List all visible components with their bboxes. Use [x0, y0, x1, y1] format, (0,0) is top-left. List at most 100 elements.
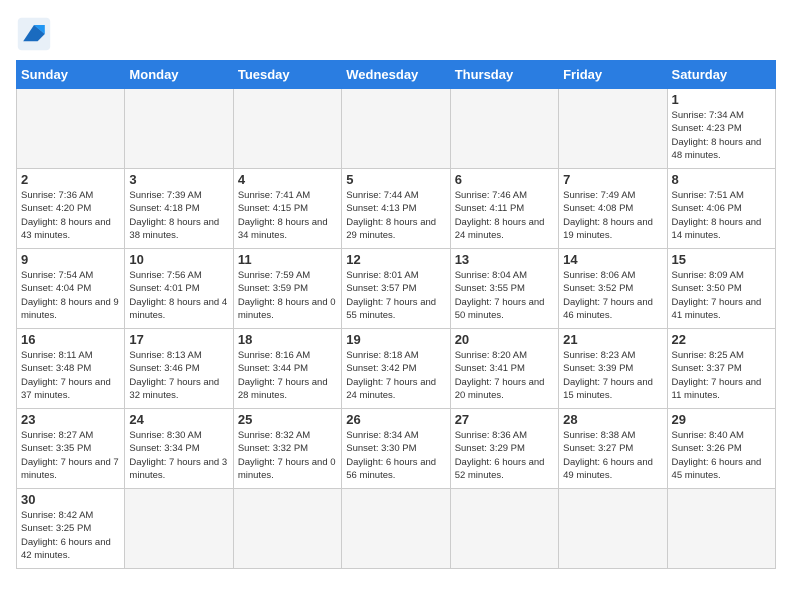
weekday-header: Thursday — [450, 61, 558, 89]
day-number: 21 — [563, 332, 662, 347]
calendar-cell: 16 Sunrise: 8:11 AMSunset: 3:48 PMDayligh… — [17, 329, 125, 409]
calendar-cell: 7 Sunrise: 7:49 AMSunset: 4:08 PMDaylight… — [559, 169, 667, 249]
calendar-cell: 18 Sunrise: 8:16 AMSunset: 3:44 PMDayligh… — [233, 329, 341, 409]
calendar-cell: 29Sunrise: 8:40 AMSunset: 3:26 PMDayligh… — [667, 409, 775, 489]
sun-info: Sunrise: 8:36 AMSunset: 3:29 PMDaylight:… — [455, 429, 554, 482]
day-number: 4 — [238, 172, 337, 187]
calendar-cell — [125, 489, 233, 569]
weekday-header: Sunday — [17, 61, 125, 89]
day-number: 23 — [21, 412, 120, 427]
day-number: 24 — [129, 412, 228, 427]
day-number: 19 — [346, 332, 445, 347]
sun-info: Sunrise: 8:25 AMSunset: 3:37 PMDaylight:… — [672, 349, 771, 402]
page-header — [16, 16, 776, 52]
day-number: 17 — [129, 332, 228, 347]
sun-info: Sunrise: 7:39 AMSunset: 4:18 PMDaylight:… — [129, 189, 228, 242]
calendar-cell: 12 Sunrise: 8:01 AMSunset: 3:57 PMDayligh… — [342, 249, 450, 329]
sun-info: Sunrise: 8:38 AMSunset: 3:27 PMDaylight:… — [563, 429, 662, 482]
calendar-cell: 6Sunrise: 7:46 AMSunset: 4:11 PMDaylight… — [450, 169, 558, 249]
calendar-cell — [125, 89, 233, 169]
calendar-cell — [17, 89, 125, 169]
logo — [16, 16, 56, 52]
calendar-cell: 10 Sunrise: 7:56 AMSunset: 4:01 PMDayligh… — [125, 249, 233, 329]
calendar-cell: 21 Sunrise: 8:23 AMSunset: 3:39 PMDayligh… — [559, 329, 667, 409]
calendar-week-row: 30 Sunrise: 8:42 AMSunset: 3:25 PMDayligh… — [17, 489, 776, 569]
day-number: 5 — [346, 172, 445, 187]
sun-info: Sunrise: 8:32 AMSunset: 3:32 PMDaylight:… — [238, 429, 337, 482]
calendar-week-row: 23 Sunrise: 8:27 AMSunset: 3:35 PMDayligh… — [17, 409, 776, 489]
calendar-cell: 19Sunrise: 8:18 AMSunset: 3:42 PMDayligh… — [342, 329, 450, 409]
sun-info: Sunrise: 7:49 AMSunset: 4:08 PMDaylight:… — [563, 189, 662, 242]
calendar-cell: 15 Sunrise: 8:09 AMSunset: 3:50 PMDayligh… — [667, 249, 775, 329]
calendar-cell: 14Sunrise: 8:06 AMSunset: 3:52 PMDayligh… — [559, 249, 667, 329]
day-number: 2 — [21, 172, 120, 187]
calendar-week-row: 16 Sunrise: 8:11 AMSunset: 3:48 PMDayligh… — [17, 329, 776, 409]
weekday-header: Tuesday — [233, 61, 341, 89]
calendar-cell — [233, 489, 341, 569]
weekday-header: Wednesday — [342, 61, 450, 89]
calendar-cell: 24 Sunrise: 8:30 AMSunset: 3:34 PMDayligh… — [125, 409, 233, 489]
sun-info: Sunrise: 8:09 AMSunset: 3:50 PMDaylight:… — [672, 269, 771, 322]
day-number: 15 — [672, 252, 771, 267]
day-number: 18 — [238, 332, 337, 347]
calendar-cell: 9Sunrise: 7:54 AMSunset: 4:04 PMDaylight… — [17, 249, 125, 329]
calendar-cell — [667, 489, 775, 569]
calendar-cell: 1Sunrise: 7:34 AMSunset: 4:23 PMDaylight… — [667, 89, 775, 169]
sun-info: Sunrise: 8:34 AMSunset: 3:30 PMDaylight:… — [346, 429, 445, 482]
sun-info: Sunrise: 8:27 AMSunset: 3:35 PMDaylight:… — [21, 429, 120, 482]
calendar-cell: 27 Sunrise: 8:36 AMSunset: 3:29 PMDayligh… — [450, 409, 558, 489]
sun-info: Sunrise: 7:51 AMSunset: 4:06 PMDaylight:… — [672, 189, 771, 242]
calendar-cell: 17 Sunrise: 8:13 AMSunset: 3:46 PMDayligh… — [125, 329, 233, 409]
sun-info: Sunrise: 7:41 AMSunset: 4:15 PMDaylight:… — [238, 189, 337, 242]
day-number: 14 — [563, 252, 662, 267]
sun-info: Sunrise: 8:11 AMSunset: 3:48 PMDaylight:… — [21, 349, 120, 402]
day-number: 10 — [129, 252, 228, 267]
calendar-table: SundayMondayTuesdayWednesdayThursdayFrid… — [16, 60, 776, 569]
calendar-week-row: 9Sunrise: 7:54 AMSunset: 4:04 PMDaylight… — [17, 249, 776, 329]
day-number: 27 — [455, 412, 554, 427]
day-number: 26 — [346, 412, 445, 427]
calendar-cell: 28 Sunrise: 8:38 AMSunset: 3:27 PMDayligh… — [559, 409, 667, 489]
calendar-cell — [559, 489, 667, 569]
sun-info: Sunrise: 7:34 AMSunset: 4:23 PMDaylight:… — [672, 109, 771, 162]
calendar-cell: 5 Sunrise: 7:44 AMSunset: 4:13 PMDaylight… — [342, 169, 450, 249]
sun-info: Sunrise: 8:42 AMSunset: 3:25 PMDaylight:… — [21, 509, 120, 562]
day-number: 13 — [455, 252, 554, 267]
calendar-cell: 23 Sunrise: 8:27 AMSunset: 3:35 PMDayligh… — [17, 409, 125, 489]
sun-info: Sunrise: 8:16 AMSunset: 3:44 PMDaylight:… — [238, 349, 337, 402]
sun-info: Sunrise: 7:36 AMSunset: 4:20 PMDaylight:… — [21, 189, 120, 242]
day-number: 28 — [563, 412, 662, 427]
calendar-week-row: 1Sunrise: 7:34 AMSunset: 4:23 PMDaylight… — [17, 89, 776, 169]
day-number: 25 — [238, 412, 337, 427]
calendar-cell: 30 Sunrise: 8:42 AMSunset: 3:25 PMDayligh… — [17, 489, 125, 569]
sun-info: Sunrise: 7:56 AMSunset: 4:01 PMDaylight:… — [129, 269, 228, 322]
calendar-cell — [450, 489, 558, 569]
calendar-cell: 3 Sunrise: 7:39 AMSunset: 4:18 PMDaylight… — [125, 169, 233, 249]
day-number: 6 — [455, 172, 554, 187]
calendar-cell — [342, 489, 450, 569]
calendar-cell: 8 Sunrise: 7:51 AMSunset: 4:06 PMDaylight… — [667, 169, 775, 249]
calendar-cell: 25 Sunrise: 8:32 AMSunset: 3:32 PMDayligh… — [233, 409, 341, 489]
day-number: 22 — [672, 332, 771, 347]
sun-info: Sunrise: 8:13 AMSunset: 3:46 PMDaylight:… — [129, 349, 228, 402]
sun-info: Sunrise: 8:23 AMSunset: 3:39 PMDaylight:… — [563, 349, 662, 402]
calendar-cell — [233, 89, 341, 169]
sun-info: Sunrise: 8:30 AMSunset: 3:34 PMDaylight:… — [129, 429, 228, 482]
weekday-header: Friday — [559, 61, 667, 89]
day-number: 30 — [21, 492, 120, 507]
day-number: 20 — [455, 332, 554, 347]
calendar-cell: 2 Sunrise: 7:36 AMSunset: 4:20 PMDaylight… — [17, 169, 125, 249]
sun-info: Sunrise: 8:01 AMSunset: 3:57 PMDaylight:… — [346, 269, 445, 322]
calendar-week-row: 2 Sunrise: 7:36 AMSunset: 4:20 PMDaylight… — [17, 169, 776, 249]
day-number: 3 — [129, 172, 228, 187]
day-number: 16 — [21, 332, 120, 347]
day-number: 8 — [672, 172, 771, 187]
day-number: 12 — [346, 252, 445, 267]
sun-info: Sunrise: 7:59 AMSunset: 3:59 PMDaylight:… — [238, 269, 337, 322]
day-number: 7 — [563, 172, 662, 187]
sun-info: Sunrise: 7:44 AMSunset: 4:13 PMDaylight:… — [346, 189, 445, 242]
calendar-cell: 20Sunrise: 8:20 AMSunset: 3:41 PMDayligh… — [450, 329, 558, 409]
calendar-cell: 26 Sunrise: 8:34 AMSunset: 3:30 PMDayligh… — [342, 409, 450, 489]
weekday-header: Monday — [125, 61, 233, 89]
calendar-cell — [342, 89, 450, 169]
